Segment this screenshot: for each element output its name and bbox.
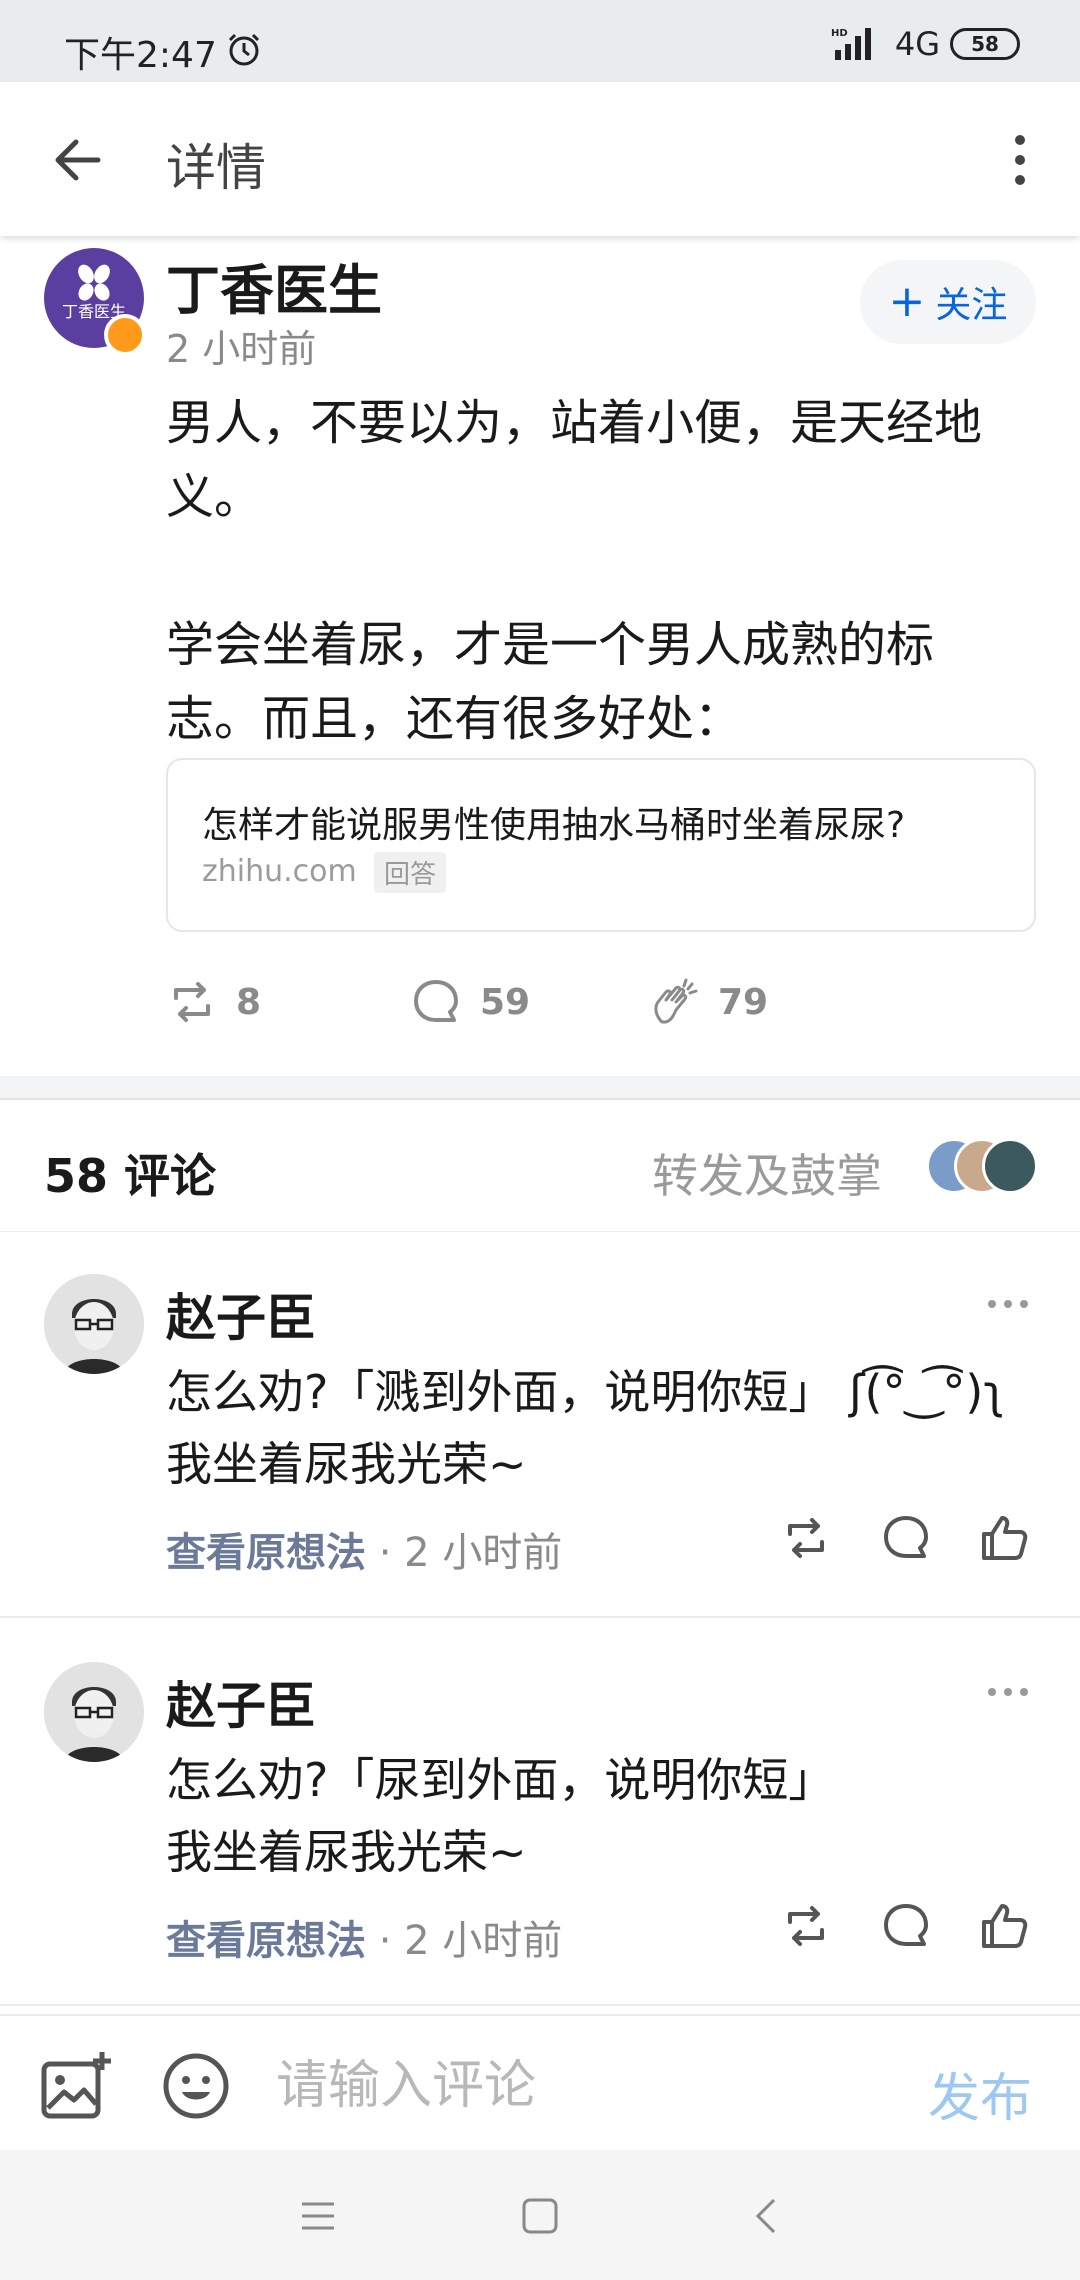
comment-footer: 查看原想法 · 2 小时前 — [166, 1908, 562, 1966]
comments-count: 58 评论 — [44, 1149, 217, 1203]
clap-button[interactable]: 79 — [648, 976, 768, 1028]
comment-text: 怎么劝?「尿到外面，说明你短」 我坐着尿我光荣~ — [166, 1744, 1026, 1888]
repost-icon[interactable] — [780, 1900, 832, 1952]
verified-badge-icon — [104, 314, 146, 356]
repost-icon — [174, 982, 210, 1022]
repost-icon[interactable] — [780, 1512, 832, 1564]
follow-button[interactable]: + 关注 — [860, 260, 1036, 344]
repost-count: 8 — [236, 981, 262, 1023]
svg-text:HD: HD — [831, 28, 848, 39]
back-nav-icon[interactable] — [746, 2194, 790, 2238]
post-card: 丁香医生 丁香医生 2 小时前 + 关注 男人，不要以为，站着小便，是天经地义。… — [0, 240, 1080, 1076]
follow-label: 关注 — [935, 285, 1008, 326]
reposter-avatars[interactable] — [926, 1138, 1046, 1198]
person-avatar-icon — [44, 1274, 144, 1374]
post-actions: 8 59 79 — [0, 976, 1080, 1036]
link-tag: 回答 — [374, 852, 447, 893]
flower-logo-icon — [78, 264, 110, 301]
comment-text: 怎么劝?「溅到外面，说明你短」 ʃ(͡°‿͡°)ʅ 我坐着尿我光荣~ — [166, 1356, 1026, 1500]
like-icon[interactable] — [978, 1512, 1030, 1564]
post-paragraph: 男人，不要以为，站着小便，是天经地义。 — [166, 395, 983, 525]
comment-item: 赵子臣 怎么劝?「溅到外面，说明你短」 ʃ(͡°‿͡°)ʅ 我坐着尿我光荣~ 查… — [0, 1232, 1080, 1618]
post-paragraph: 学会坐着尿，才是一个男人成熟的标志。而且，还有很多好处： — [166, 617, 935, 747]
more-options-icon[interactable] — [1000, 132, 1040, 188]
author-name[interactable]: 丁香医生 — [166, 246, 382, 325]
comment-actions — [780, 1900, 1040, 1960]
link-title: 怎样才能说服男性使用抽水马桶时坐着尿尿? — [202, 805, 906, 846]
section-divider — [0, 1076, 1080, 1100]
status-time: 下午2:47 — [64, 35, 217, 76]
commenter-avatar[interactable] — [44, 1662, 144, 1762]
comment-line: 我坐着尿我光荣~ — [166, 1825, 527, 1879]
comments-header: 58 评论 转发及鼓掌 — [0, 1100, 1080, 1232]
reply-icon[interactable] — [880, 1900, 932, 1952]
publish-button[interactable]: 发布 — [928, 2056, 1032, 2131]
network-type: 4G — [894, 25, 940, 63]
comment-footer: 查看原想法 · 2 小时前 — [166, 1520, 562, 1578]
more-horizontal-icon[interactable] — [986, 1680, 1030, 1704]
battery-indicator: 58 — [950, 28, 1020, 60]
alarm-icon — [228, 33, 260, 66]
status-bar: 下午2:47 HD 4G 58 — [0, 0, 1080, 82]
comment-input-bar: 发布 — [0, 2014, 1080, 2150]
emoji-icon[interactable] — [162, 2052, 230, 2120]
comment-time: · 2 小时前 — [378, 1918, 563, 1964]
kaomoji: ʃ(͡°‿͡°)ʅ — [849, 1365, 1005, 1419]
more-horizontal-icon[interactable] — [986, 1292, 1030, 1316]
post-paragraph — [166, 534, 1026, 608]
system-nav-bar — [0, 2150, 1080, 2280]
comment-button[interactable]: 59 — [410, 976, 530, 1028]
app-bar: 详情 — [0, 82, 1080, 236]
repost-button[interactable]: 8 — [166, 976, 261, 1028]
comment-line: 怎么劝?「溅到外面，说明你短」 — [166, 1365, 835, 1419]
post-time: 2 小时前 — [166, 327, 317, 371]
page-title: 详情 — [166, 139, 266, 197]
comment-time: · 2 小时前 — [378, 1530, 563, 1576]
signal-icon: HD — [831, 28, 871, 60]
comment-input[interactable] — [276, 2046, 836, 2126]
comment-line: 我坐着尿我光荣~ — [166, 1437, 527, 1491]
view-original-link[interactable]: 查看原想法 — [166, 1530, 366, 1576]
person-avatar-icon — [44, 1662, 144, 1762]
view-original-link[interactable]: 查看原想法 — [166, 1918, 366, 1964]
clap-count: 79 — [718, 981, 769, 1023]
home-icon[interactable] — [518, 2194, 562, 2238]
commenter-name[interactable]: 赵子臣 — [166, 1278, 316, 1350]
comment-count: 59 — [480, 981, 531, 1023]
comment-item: 赵子臣 怎么劝?「尿到外面，说明你短」 我坐着尿我光荣~ 查看原想法 · 2 小… — [0, 1620, 1080, 2006]
like-icon[interactable] — [978, 1900, 1030, 1952]
link-source: zhihu.com — [202, 854, 357, 889]
comment-line: 怎么劝?「尿到外面，说明你短」 — [166, 1753, 835, 1807]
commenter-name[interactable]: 赵子臣 — [166, 1666, 316, 1738]
post-body: 男人，不要以为，站着小便，是天经地义。 学会坐着尿，才是一个男人成熟的标志。而且… — [166, 386, 1026, 756]
reposts-and-claps-link[interactable]: 转发及鼓掌 — [652, 1140, 882, 1206]
status-indicators: HD 4G 58 — [831, 24, 1020, 64]
reply-icon[interactable] — [880, 1512, 932, 1564]
comment-icon — [414, 980, 458, 1022]
link-card[interactable]: 怎样才能说服男性使用抽水马桶时坐着尿尿? zhihu.com 回答 — [166, 758, 1036, 932]
commenter-avatar[interactable] — [44, 1274, 144, 1374]
plus-icon: + — [888, 276, 926, 327]
back-arrow-icon[interactable] — [50, 132, 106, 188]
add-image-icon[interactable] — [40, 2050, 112, 2120]
menu-icon[interactable] — [296, 2194, 340, 2238]
reposter-avatar — [982, 1138, 1038, 1194]
comment-actions — [780, 1512, 1040, 1572]
clap-icon — [654, 978, 698, 1024]
